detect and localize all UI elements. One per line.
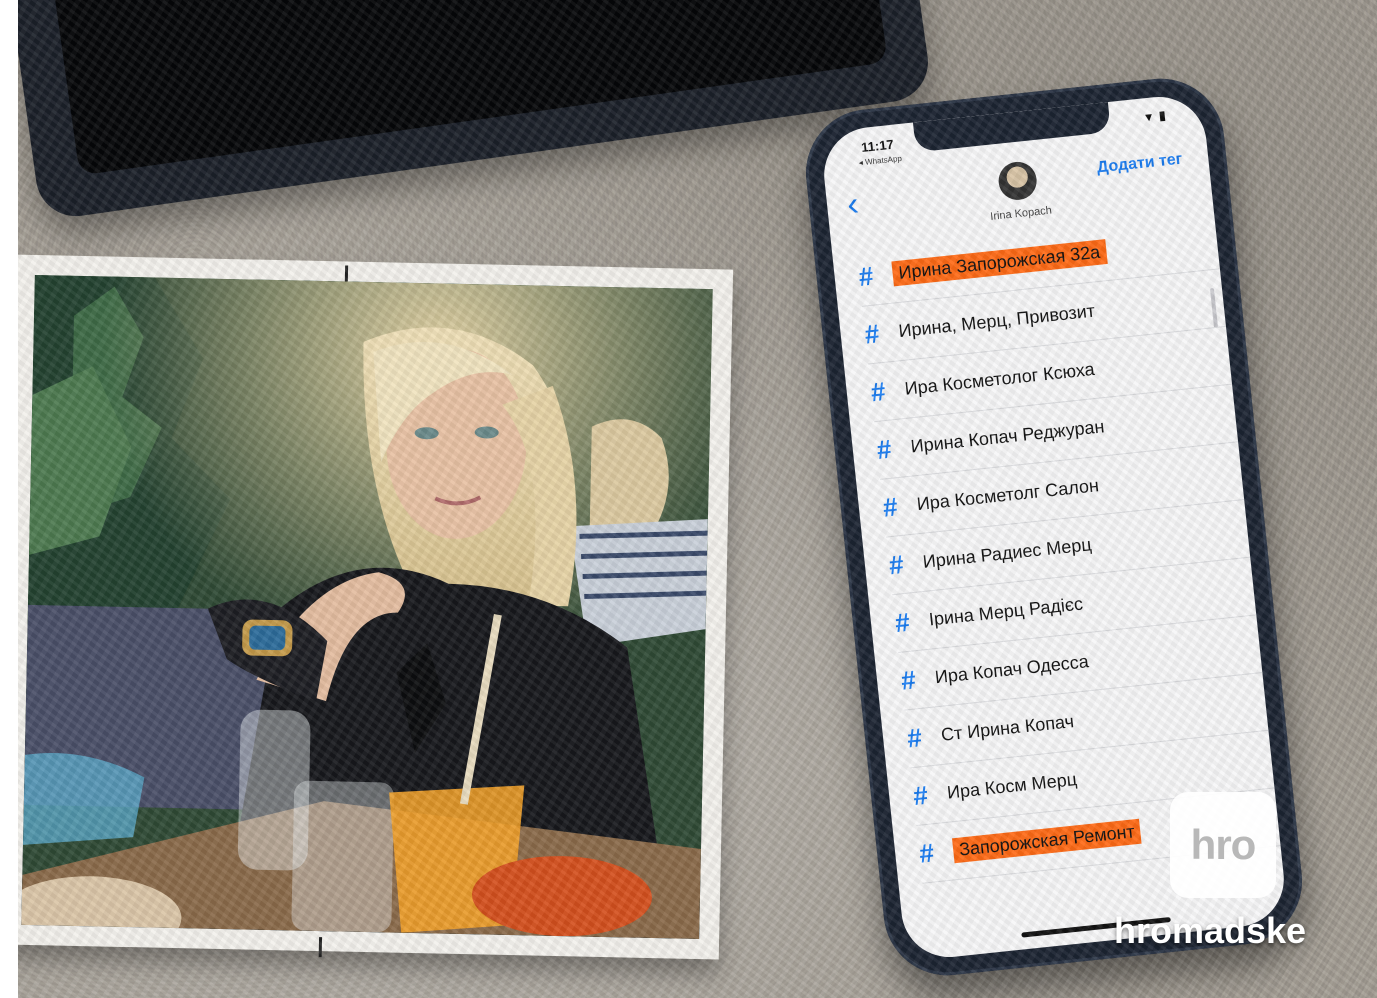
tablet-device (18, 0, 934, 222)
add-tag-button[interactable]: Додати тег (1096, 151, 1183, 178)
hashtag-icon: # (911, 779, 930, 812)
hashtag-icon: # (893, 606, 912, 639)
tag-label: Ира Косметолг Салон (915, 475, 1100, 515)
polaroid-photo (18, 254, 734, 960)
hashtag-icon: # (881, 491, 900, 523)
hashtag-icon: # (857, 260, 875, 292)
avatar[interactable] (996, 160, 1039, 202)
brand-watermark: hromadske (1114, 910, 1307, 951)
tag-label: Ірина Мерц Радієс (927, 593, 1084, 630)
tag-label: Ирина Запорожская 32а (891, 239, 1108, 287)
hashtag-icon: # (875, 433, 893, 465)
tag-label: Ира Косметолог Ксюха (903, 358, 1096, 399)
status-time: 11:17 (860, 136, 895, 156)
back-chevron-icon[interactable]: ‹ (845, 185, 860, 224)
tag-label: Ирина Радиес Мерц (921, 534, 1093, 572)
tag-label: Ирина, Мерц, Привозит (897, 300, 1096, 342)
hashtag-icon: # (887, 549, 906, 581)
hashtag-icon: # (899, 664, 918, 696)
hashtag-icon: # (917, 837, 936, 869)
tag-label: Ирина Копач Реджуран (909, 416, 1106, 457)
hashtag-icon: # (869, 375, 887, 408)
portrait-photo (21, 274, 713, 940)
tag-label: Ира Копач Одесса (934, 651, 1090, 688)
hro-logo: hro (1170, 792, 1276, 898)
hashtag-icon: # (863, 318, 881, 350)
tag-label: Ира Косм Мерц (946, 769, 1078, 803)
wifi-battery-icon: ▾ ▮ (1144, 107, 1169, 125)
status-back-app[interactable]: ◂ WhatsApp (858, 154, 902, 167)
hashtag-icon: # (905, 722, 924, 754)
portrait-illustration (21, 274, 713, 940)
tag-label: Запорожская Ремонт (951, 818, 1142, 864)
frame-mark (318, 937, 323, 958)
tag-label: Ст Ирина Копач (940, 711, 1075, 745)
tag-list: # Ирина Запорожская 32а # Ирина, Мерц, П… (832, 211, 1281, 887)
logo-text: hro (1190, 821, 1257, 868)
